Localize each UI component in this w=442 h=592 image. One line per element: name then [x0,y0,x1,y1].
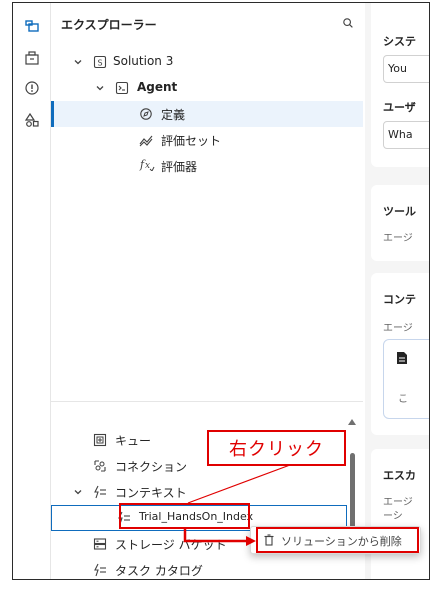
explorer-icon[interactable] [21,15,43,37]
cut-off-text: ⋯⋯⋯ [93,403,138,409]
queue-icon [93,433,107,447]
escalation-description: エージ [383,497,413,508]
annotation-callout: 右クリック [207,430,346,466]
tree-item-solution[interactable]: S Solution 3 [51,49,363,75]
tree-item-label: Solution 3 [113,54,174,68]
system-prompt-label: システ [383,35,416,48]
tree-item-label: 評価器 [161,160,198,174]
tree-item-context[interactable]: コンテキスト [51,479,363,505]
tree-item-evaluators[interactable]: fx 評価器 [51,153,363,179]
tree-item-label: キュー [115,434,152,448]
chevron-down-icon[interactable] [73,56,83,66]
context-item-text: こ [398,394,408,405]
chevron-down-icon[interactable] [95,82,105,92]
scrollbar[interactable] [347,413,357,579]
system-prompt-input[interactable]: You [383,55,429,83]
escalation-card: エスカ エージ ーシ [371,449,429,579]
context-icon [93,563,107,577]
annotation-highlight-item [119,503,250,529]
explorer-header: エクスプローラー [51,3,363,43]
tree-item-agent[interactable]: Agent [51,75,363,101]
scroll-up-icon[interactable] [347,417,357,427]
solution-icon: S [93,55,107,69]
tree-item-definition[interactable]: 定義 [51,101,363,127]
shapes-icon[interactable] [21,109,43,131]
context-icon [93,485,107,499]
tree-item-label: 定義 [161,108,186,122]
tree-item-label: 評価セット [161,134,222,148]
tools-card: ツール エージ [371,185,429,261]
function-icon: fx [139,157,155,172]
panel-divider [51,401,363,402]
storage-icon [93,537,107,551]
user-prompt-label: ユーザ [383,101,416,114]
briefcase-icon[interactable] [21,47,43,69]
context-description: エージ [383,323,413,334]
svg-text:S: S [97,59,102,68]
chevron-down-icon[interactable] [73,486,83,496]
tree-item-label: Agent [137,80,178,94]
tools-description: エージ [383,233,413,244]
tree-item-eval-sets[interactable]: 評価セット [51,127,363,153]
agent-icon [115,81,129,95]
document-icon [396,350,408,369]
tree-item-label: コネクション [115,460,188,474]
escalation-description-2: ーシ [383,511,403,522]
trend-icon [139,133,153,147]
tree-item-task-catalog[interactable]: タスク カタログ [51,557,363,579]
search-icon[interactable] [341,15,357,31]
user-prompt-input[interactable]: Wha [383,121,429,149]
activity-bar [13,3,51,579]
tree-item-label: ストレージ バケット [115,538,227,552]
tree-item-partial: ⋯⋯⋯ [51,403,363,415]
tools-label: ツール [383,205,416,218]
warning-icon[interactable] [21,77,43,99]
app-window: エクスプローラー S Solution 3 Agent 定義 評価セット f x… [12,2,430,580]
escalation-label: エスカ [383,469,416,482]
context-item[interactable]: こ [383,339,429,419]
connection-icon [93,459,107,473]
editor-panel: システ You ユーザ Wha ツール エージ コンテ エージ こ エスカ エー… [365,3,429,579]
tree-item-label: タスク カタログ [115,564,203,578]
compass-icon [139,107,153,121]
context-card: コンテ エージ こ [371,273,429,435]
explorer-title: エクスプローラー [61,18,157,32]
svg-text:x: x [145,161,150,171]
prompt-card: システ You ユーザ Wha [371,3,429,167]
annotation-highlight-menu [256,527,419,553]
explorer-panel: エクスプローラー S Solution 3 Agent 定義 評価セット f x… [51,3,363,579]
context-label: コンテ [383,293,416,306]
tree-item-label: コンテキスト [115,486,187,500]
